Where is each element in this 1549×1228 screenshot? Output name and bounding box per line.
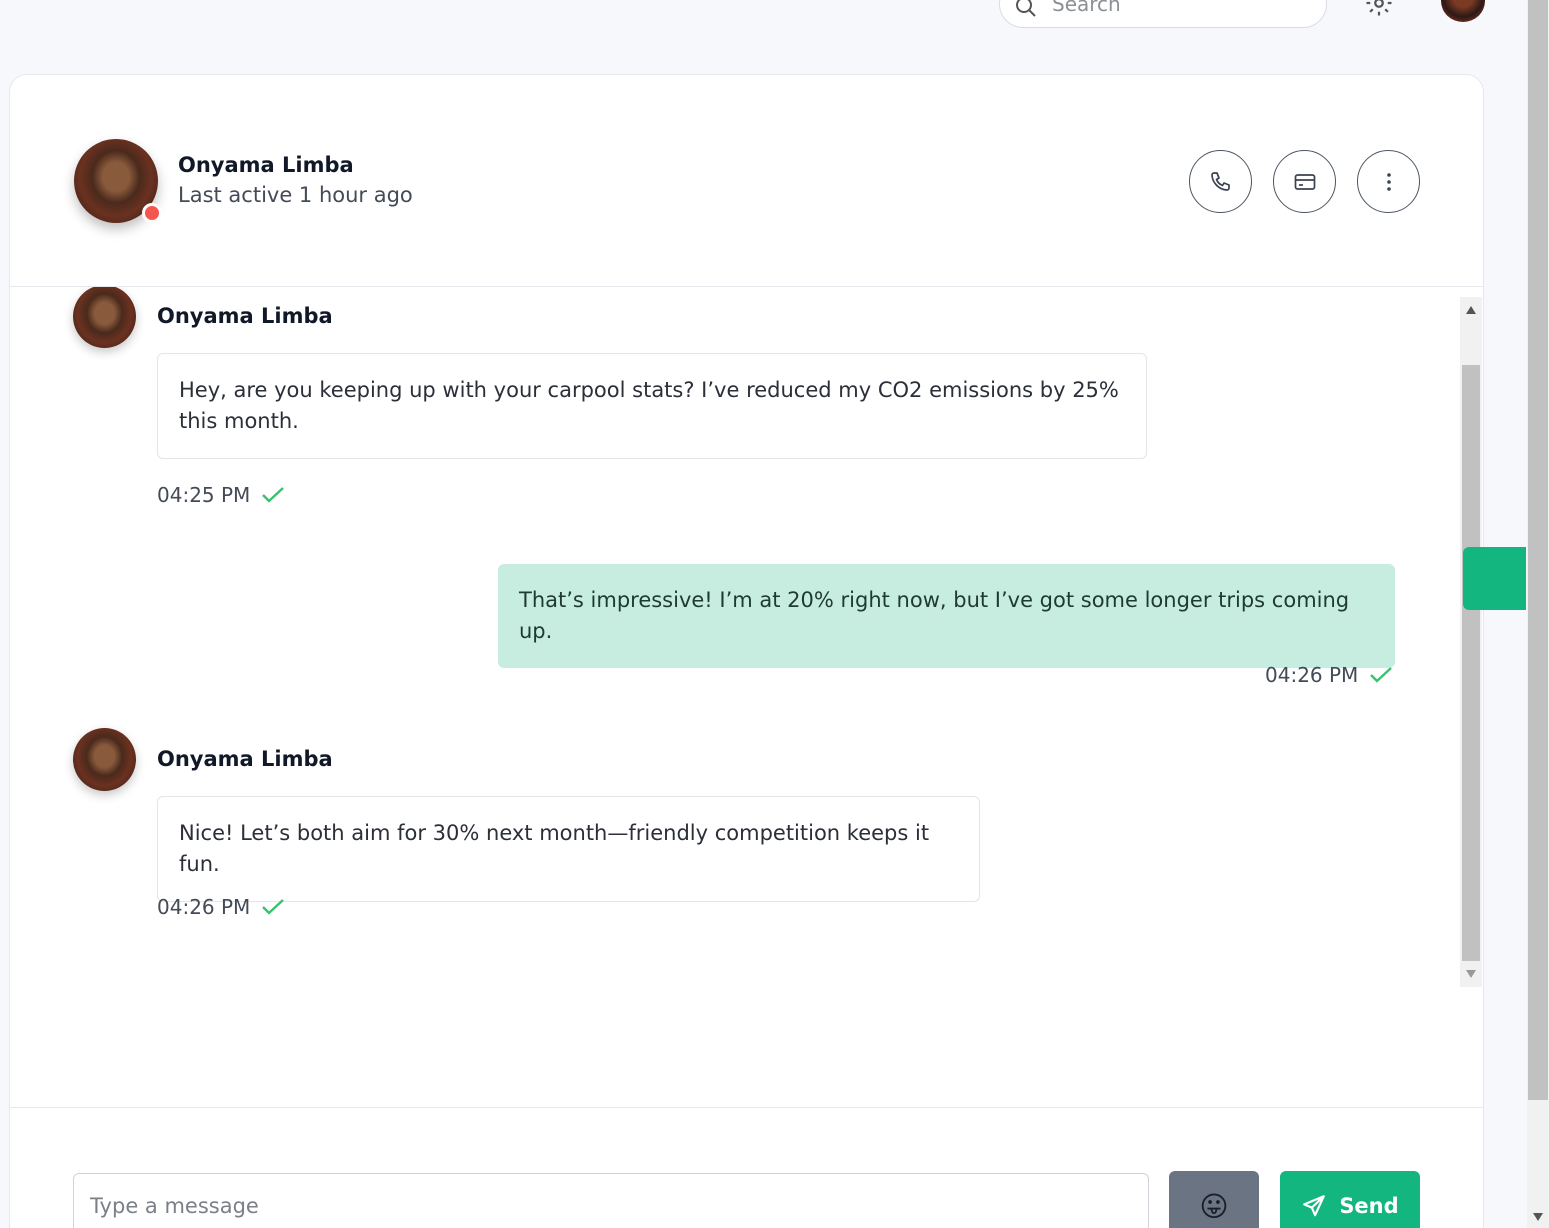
check-icon	[262, 487, 285, 503]
sender-avatar[interactable]	[73, 728, 136, 791]
search-icon	[1016, 0, 1036, 17]
contact-status: Last active 1 hour ago	[178, 183, 413, 207]
sender-avatar[interactable]	[73, 287, 136, 348]
chat-header: Onyama Limba Last active 1 hour ago	[10, 75, 1483, 287]
message-meta: 04:25 PM	[157, 483, 286, 507]
phone-icon	[1210, 171, 1230, 191]
gear-icon[interactable]	[1364, 0, 1394, 18]
message-meta: 04:26 PM	[1265, 663, 1394, 687]
message-scrollbar[interactable]	[1460, 297, 1482, 987]
message-meta: 04:26 PM	[157, 895, 286, 919]
more-vertical-icon	[1386, 172, 1391, 191]
scroll-down-arrow-icon[interactable]	[1532, 1212, 1544, 1222]
send-button[interactable]: Send	[1280, 1171, 1420, 1228]
message-list: Onyama Limba Hey, are you keeping up wit…	[10, 287, 1460, 987]
message-time: 04:25 PM	[157, 483, 251, 507]
sender-name: Onyama Limba	[157, 304, 333, 328]
send-icon	[1303, 1195, 1326, 1217]
incoming-message-bubble: Nice! Let’s both aim for 30% next month—…	[157, 796, 980, 902]
message-time: 04:26 PM	[157, 895, 251, 919]
chat-card: Onyama Limba Last active 1 hour ago Onya…	[9, 74, 1484, 1228]
page-scrollbar[interactable]	[1527, 0, 1549, 1228]
emoji-icon: 😛	[1199, 1189, 1229, 1223]
contact-avatar[interactable]	[74, 139, 162, 223]
top-bar	[0, 0, 1527, 60]
floating-side-tab[interactable]	[1463, 547, 1526, 610]
message-time: 04:26 PM	[1265, 663, 1359, 687]
scroll-down-arrow-icon[interactable]	[1465, 969, 1477, 979]
chat-page: Onyama Limba Last active 1 hour ago Onya…	[0, 0, 1549, 1228]
send-label: Send	[1339, 1194, 1399, 1218]
credit-card-icon	[1294, 173, 1315, 190]
status-dot	[142, 203, 162, 223]
incoming-message-bubble: Hey, are you keeping up with your carpoo…	[157, 353, 1147, 459]
check-icon	[262, 899, 285, 915]
sender-name: Onyama Limba	[157, 747, 333, 771]
call-button[interactable]	[1189, 150, 1252, 213]
outgoing-message-bubble: That’s impressive! I’m at 20% right now,…	[498, 564, 1395, 668]
scroll-up-arrow-icon[interactable]	[1465, 305, 1477, 315]
message-scrollbar-thumb[interactable]	[1462, 365, 1480, 961]
contact-name: Onyama Limba	[178, 153, 354, 177]
page-scrollbar-thumb[interactable]	[1528, 0, 1548, 1100]
emoji-button[interactable]: 😛	[1169, 1171, 1259, 1228]
more-options-button[interactable]	[1357, 150, 1420, 213]
card-button[interactable]	[1273, 150, 1336, 213]
search-box[interactable]	[999, 0, 1327, 28]
search-input[interactable]	[1052, 0, 1312, 27]
user-avatar[interactable]	[1441, 0, 1485, 22]
message-input[interactable]	[73, 1173, 1149, 1228]
message-composer: 😛 Send	[10, 1107, 1483, 1228]
check-icon	[1370, 667, 1393, 683]
